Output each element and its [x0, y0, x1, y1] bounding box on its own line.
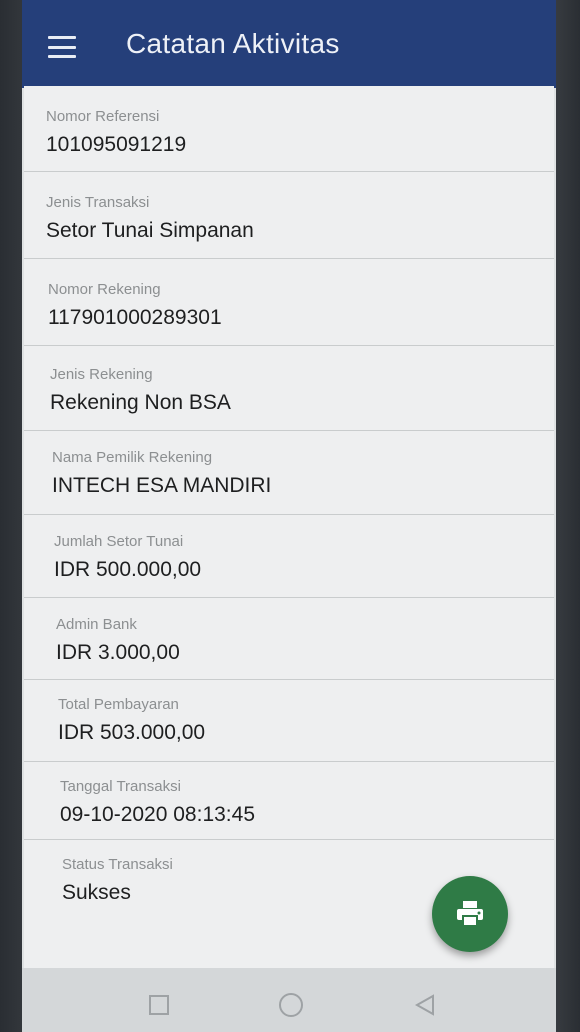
- detail-row-total-payment: Total Pembayaran IDR 503.000,00: [24, 680, 554, 762]
- detail-row-account-owner: Nama Pemilik Rekening INTECH ESA MANDIRI: [24, 431, 554, 515]
- detail-value: Setor Tunai Simpanan: [46, 219, 254, 242]
- detail-row-transaction-type: Jenis Transaksi Setor Tunai Simpanan: [24, 172, 554, 259]
- detail-label: Nama Pemilik Rekening: [52, 449, 213, 466]
- system-navigation-bar: [22, 968, 556, 1032]
- detail-label: Tanggal Transaksi: [60, 778, 181, 795]
- circle-home-icon[interactable]: [278, 992, 304, 1023]
- screen: Catatan Aktivitas Nomor Referensi 101095…: [22, 0, 556, 1032]
- detail-label: Total Pembayaran: [58, 696, 179, 713]
- detail-label: Admin Bank: [56, 616, 137, 633]
- detail-label: Jenis Transaksi: [46, 194, 150, 211]
- detail-row-account-number: Nomor Rekening 117901000289301: [24, 259, 554, 346]
- square-recents-icon[interactable]: [148, 994, 170, 1021]
- detail-value: Rekening Non BSA: [50, 391, 231, 414]
- detail-label: Jenis Rekening: [50, 366, 153, 383]
- detail-value: IDR 503.000,00: [58, 721, 206, 744]
- hamburger-menu-icon[interactable]: [48, 36, 76, 58]
- detail-row-transaction-date: Tanggal Transaksi 09-10-2020 08:13:45: [24, 762, 554, 840]
- print-button[interactable]: [432, 876, 508, 952]
- detail-row-account-type: Jenis Rekening Rekening Non BSA: [24, 346, 554, 431]
- detail-value: 09-10-2020 08:13:45: [60, 803, 255, 826]
- app-bar: Catatan Aktivitas: [22, 0, 556, 88]
- detail-value: IDR 500.000,00: [54, 558, 202, 581]
- triangle-back-icon[interactable]: [414, 994, 436, 1021]
- printer-icon: [457, 901, 483, 927]
- detail-value: IDR 3.000,00: [56, 641, 180, 664]
- detail-value: INTECH ESA MANDIRI: [52, 474, 272, 497]
- detail-value: 117901000289301: [48, 306, 222, 329]
- detail-label: Jumlah Setor Tunai: [54, 533, 184, 550]
- detail-label: Nomor Referensi: [46, 108, 160, 125]
- detail-row-admin-fee: Admin Bank IDR 3.000,00: [24, 598, 554, 680]
- detail-row-reference-number: Nomor Referensi 101095091219: [24, 86, 554, 172]
- detail-label: Nomor Rekening: [48, 281, 161, 298]
- detail-label: Status Transaksi: [62, 856, 173, 873]
- detail-row-cash-deposit-amount: Jumlah Setor Tunai IDR 500.000,00: [24, 515, 554, 598]
- page-title: Catatan Aktivitas: [126, 28, 340, 59]
- detail-value: 101095091219: [46, 133, 187, 156]
